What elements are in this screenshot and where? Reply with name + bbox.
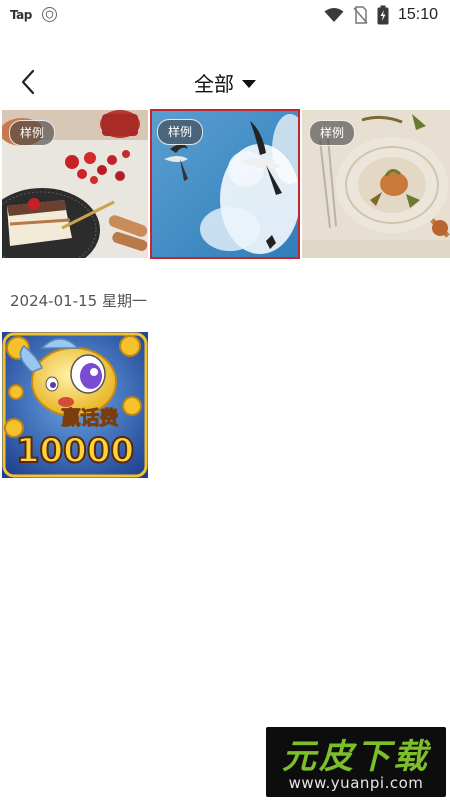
shield-icon-glyph bbox=[45, 10, 53, 19]
game-ad-slogan: 赢话费 bbox=[61, 406, 118, 429]
watermark-title: 元皮下载 bbox=[282, 737, 430, 777]
sample-badge: 样例 bbox=[9, 120, 56, 146]
sample-strip: 样例 样例 样例 bbox=[0, 109, 450, 260]
no-sim-icon bbox=[353, 6, 368, 24]
watermark-logo: 元皮下载 www.yuanpi.com bbox=[266, 727, 446, 797]
watermark-url: www.yuanpi.com bbox=[288, 774, 424, 792]
sample-badge: 样例 bbox=[309, 120, 356, 146]
wifi-icon bbox=[324, 8, 344, 22]
sample-card-dessert[interactable]: 样例 bbox=[2, 110, 148, 258]
header: 全部 bbox=[0, 58, 450, 106]
status-bar: Tap 15:10 bbox=[0, 0, 450, 32]
photo-thumbnail[interactable]: 赢话费 10000 bbox=[2, 332, 148, 478]
date-group-label: 2024-01-15 星期一 bbox=[10, 292, 147, 310]
status-left: Tap bbox=[10, 7, 57, 22]
status-right: 15:10 bbox=[324, 5, 438, 25]
page-title: 全部 bbox=[194, 72, 234, 96]
game-ad-image: 赢话费 10000 bbox=[2, 332, 148, 478]
game-ad-number: 10000 bbox=[16, 431, 134, 471]
sample-card-table-setting[interactable]: 样例 bbox=[302, 110, 450, 258]
caret-down-icon bbox=[242, 79, 256, 88]
shield-icon bbox=[41, 7, 57, 22]
battery-charging-icon bbox=[377, 5, 389, 25]
tap-app-badge: Tap bbox=[10, 7, 32, 22]
sample-badge: 样例 bbox=[157, 119, 204, 145]
album-selector[interactable]: 全部 bbox=[0, 68, 450, 97]
sample-card-seagulls[interactable]: 样例 bbox=[150, 109, 300, 259]
status-time: 15:10 bbox=[397, 6, 438, 23]
